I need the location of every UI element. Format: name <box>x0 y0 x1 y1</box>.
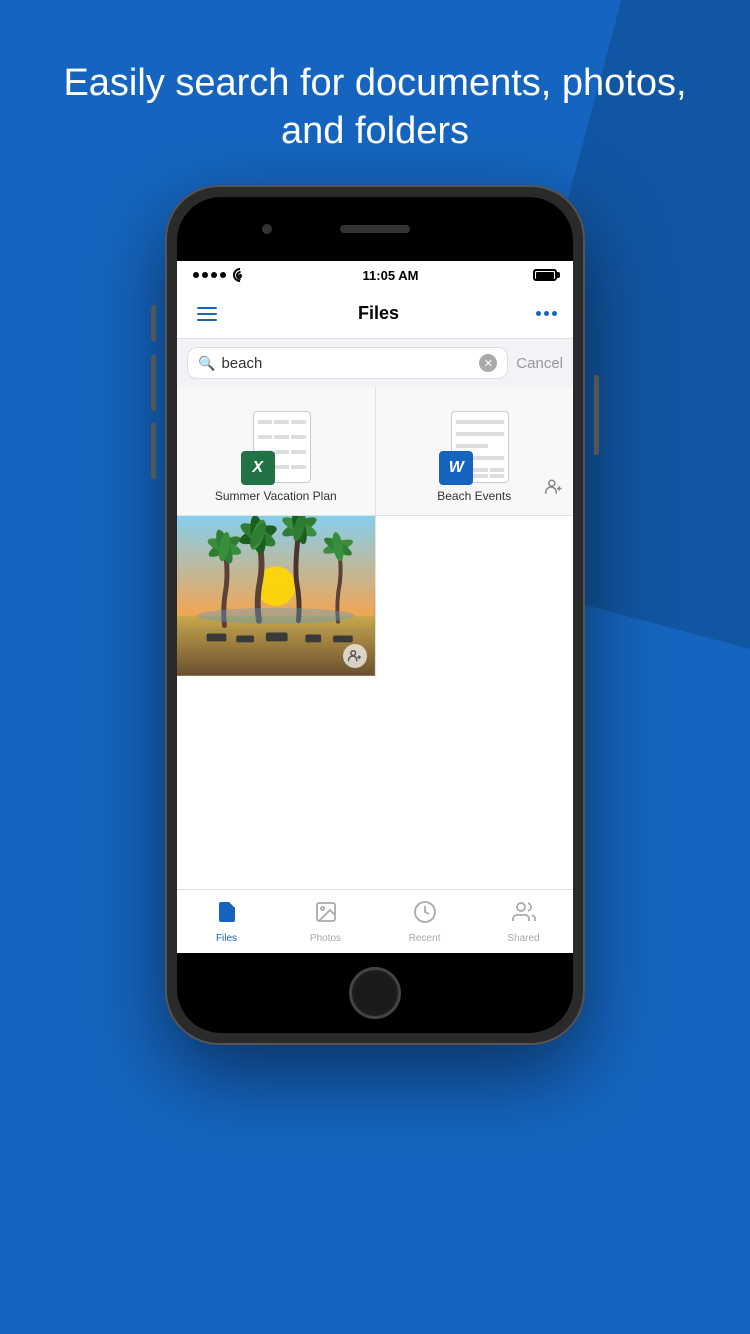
phone-frame: 11:05 AM Files <box>165 185 585 1045</box>
recent-icon <box>413 900 437 930</box>
tab-shared-label: Shared <box>507 933 539 944</box>
nav-title: Files <box>221 303 536 324</box>
beach-photo <box>177 516 375 676</box>
tab-recent-label: Recent <box>409 933 441 944</box>
app-screen: 11:05 AM Files <box>177 261 573 953</box>
navigation-bar: Files <box>177 289 573 339</box>
excel-badge: X <box>241 451 275 485</box>
tab-files[interactable]: Files <box>177 892 276 952</box>
shared-nav-icon <box>512 900 536 930</box>
bottom-navigation: Files Photos <box>177 889 573 953</box>
word-badge: W <box>439 451 473 485</box>
signal-indicator <box>193 272 226 278</box>
wifi-icon <box>232 269 248 281</box>
search-clear-button[interactable]: ✕ <box>479 354 497 372</box>
word-file-icon: W <box>439 403 509 485</box>
file-name-label: Beach Events <box>437 489 511 503</box>
more-options-button[interactable] <box>536 311 557 316</box>
results-grid: X Summer Vacation Plan <box>177 387 573 676</box>
shared-icon <box>545 478 563 501</box>
front-camera <box>262 224 272 234</box>
file-name-label: Summer Vacation Plan <box>215 489 337 503</box>
empty-content-area <box>177 676 573 889</box>
tab-photos-label: Photos <box>310 933 341 944</box>
status-time: 11:05 AM <box>248 268 533 283</box>
photo-shared-icon <box>343 644 367 668</box>
status-bar: 11:05 AM <box>177 261 573 289</box>
headline: Easily search for documents, photos, and… <box>0 0 750 185</box>
hamburger-menu-button[interactable] <box>193 303 221 325</box>
home-button[interactable] <box>349 967 401 1019</box>
tab-shared[interactable]: Shared <box>474 892 573 952</box>
phone-speaker <box>340 225 410 233</box>
tab-files-label: Files <box>216 933 237 944</box>
files-icon <box>215 900 239 930</box>
tab-photos[interactable]: Photos <box>276 892 375 952</box>
search-cancel-button[interactable]: Cancel <box>516 355 563 372</box>
list-item[interactable]: X Summer Vacation Plan <box>177 387 375 515</box>
list-item[interactable] <box>177 516 375 676</box>
phone-bottom-bar <box>177 953 573 1033</box>
excel-file-icon: X <box>241 403 311 485</box>
search-input-wrap[interactable]: 🔍 beach ✕ <box>187 347 508 379</box>
search-icon: 🔍 <box>198 355 215 372</box>
battery-indicator <box>533 269 557 281</box>
list-item[interactable]: W Beach Events <box>376 387 574 515</box>
search-input[interactable]: beach <box>221 355 473 372</box>
phone-top-bar <box>177 197 573 261</box>
search-bar-container: 🔍 beach ✕ Cancel <box>177 339 573 387</box>
empty-cell <box>376 516 574 676</box>
photos-icon <box>314 900 338 930</box>
tab-recent[interactable]: Recent <box>375 892 474 952</box>
